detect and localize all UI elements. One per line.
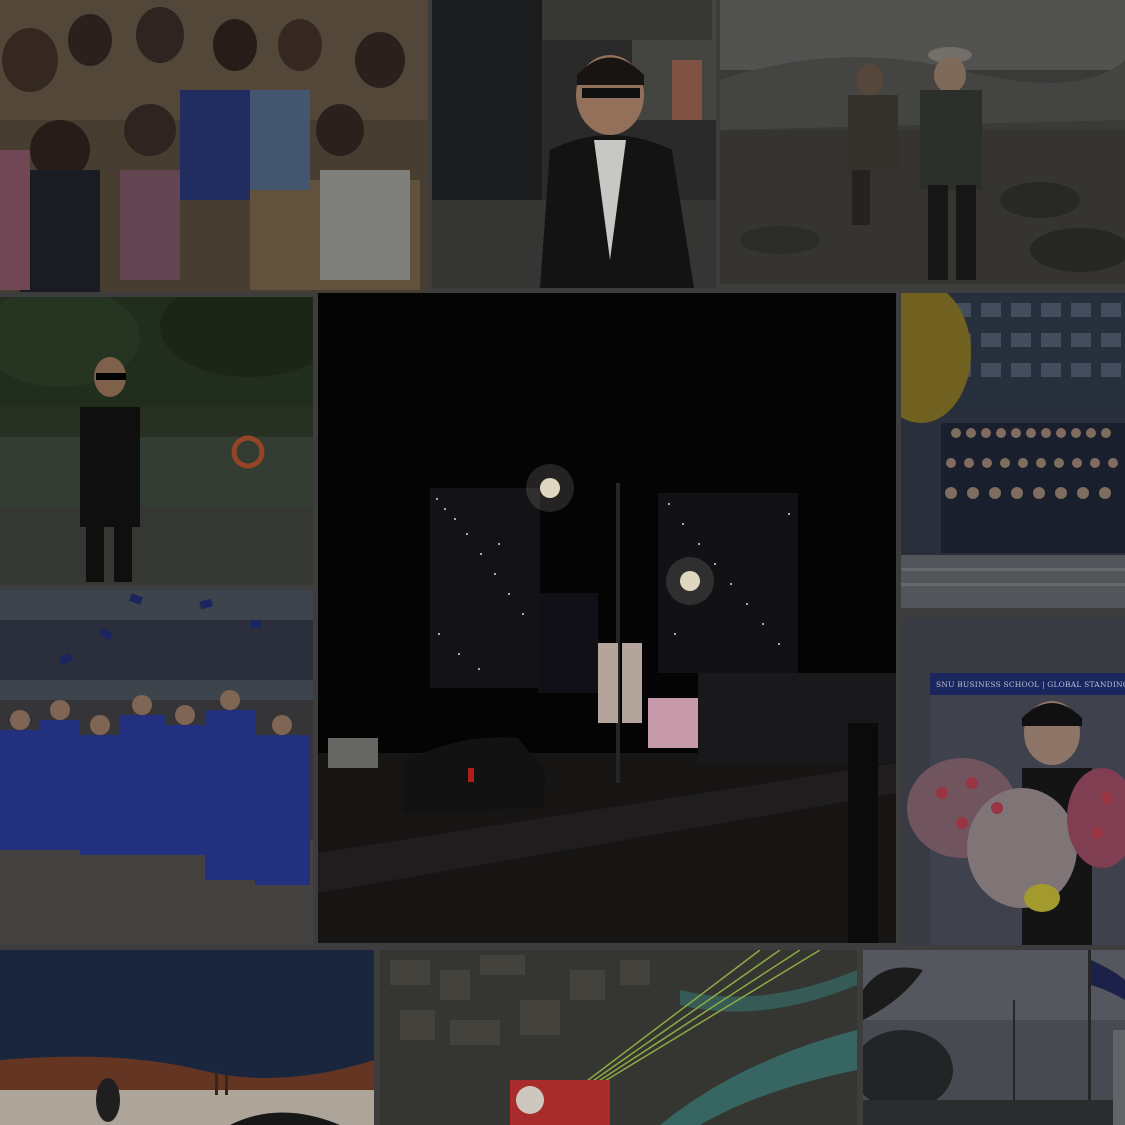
photo-collage: SNU BUSINESS SCHOOL | GLOBAL STANDING bbox=[0, 0, 1125, 1125]
photo-man-sunglasses-park[interactable] bbox=[0, 297, 313, 585]
photo-desert-dunes[interactable] bbox=[0, 950, 374, 1125]
night-city-image bbox=[318, 293, 896, 943]
desert-image bbox=[0, 950, 374, 1125]
graduate-flowers-image bbox=[902, 618, 1125, 945]
photo-man-in-suit-glasses[interactable] bbox=[432, 0, 716, 288]
banner-text: SNU BUSINESS SCHOOL | GLOBAL STANDING bbox=[936, 680, 1125, 689]
group-friends-image bbox=[0, 0, 428, 292]
photo-graduate-with-flowers[interactable]: SNU BUSINESS SCHOOL | GLOBAL STANDING bbox=[902, 618, 1125, 945]
photo-flag-trees[interactable] bbox=[863, 950, 1125, 1125]
photo-graduation-cap-toss[interactable] bbox=[0, 590, 313, 945]
photo-night-city-street[interactable] bbox=[318, 293, 896, 943]
hiker-image bbox=[720, 0, 1125, 284]
group-suits-image bbox=[901, 293, 1125, 608]
man-sunglasses-image bbox=[0, 297, 313, 585]
photo-paragliding-city[interactable] bbox=[380, 950, 857, 1125]
photo-group-friends[interactable] bbox=[0, 0, 428, 292]
man-in-suit-image bbox=[432, 0, 716, 288]
photo-group-in-suits-building[interactable] bbox=[901, 293, 1125, 608]
paragliding-image bbox=[380, 950, 857, 1125]
graduation-image bbox=[0, 590, 313, 945]
photo-hiker-mountain[interactable] bbox=[720, 0, 1125, 284]
flag-trees-image bbox=[863, 950, 1125, 1125]
